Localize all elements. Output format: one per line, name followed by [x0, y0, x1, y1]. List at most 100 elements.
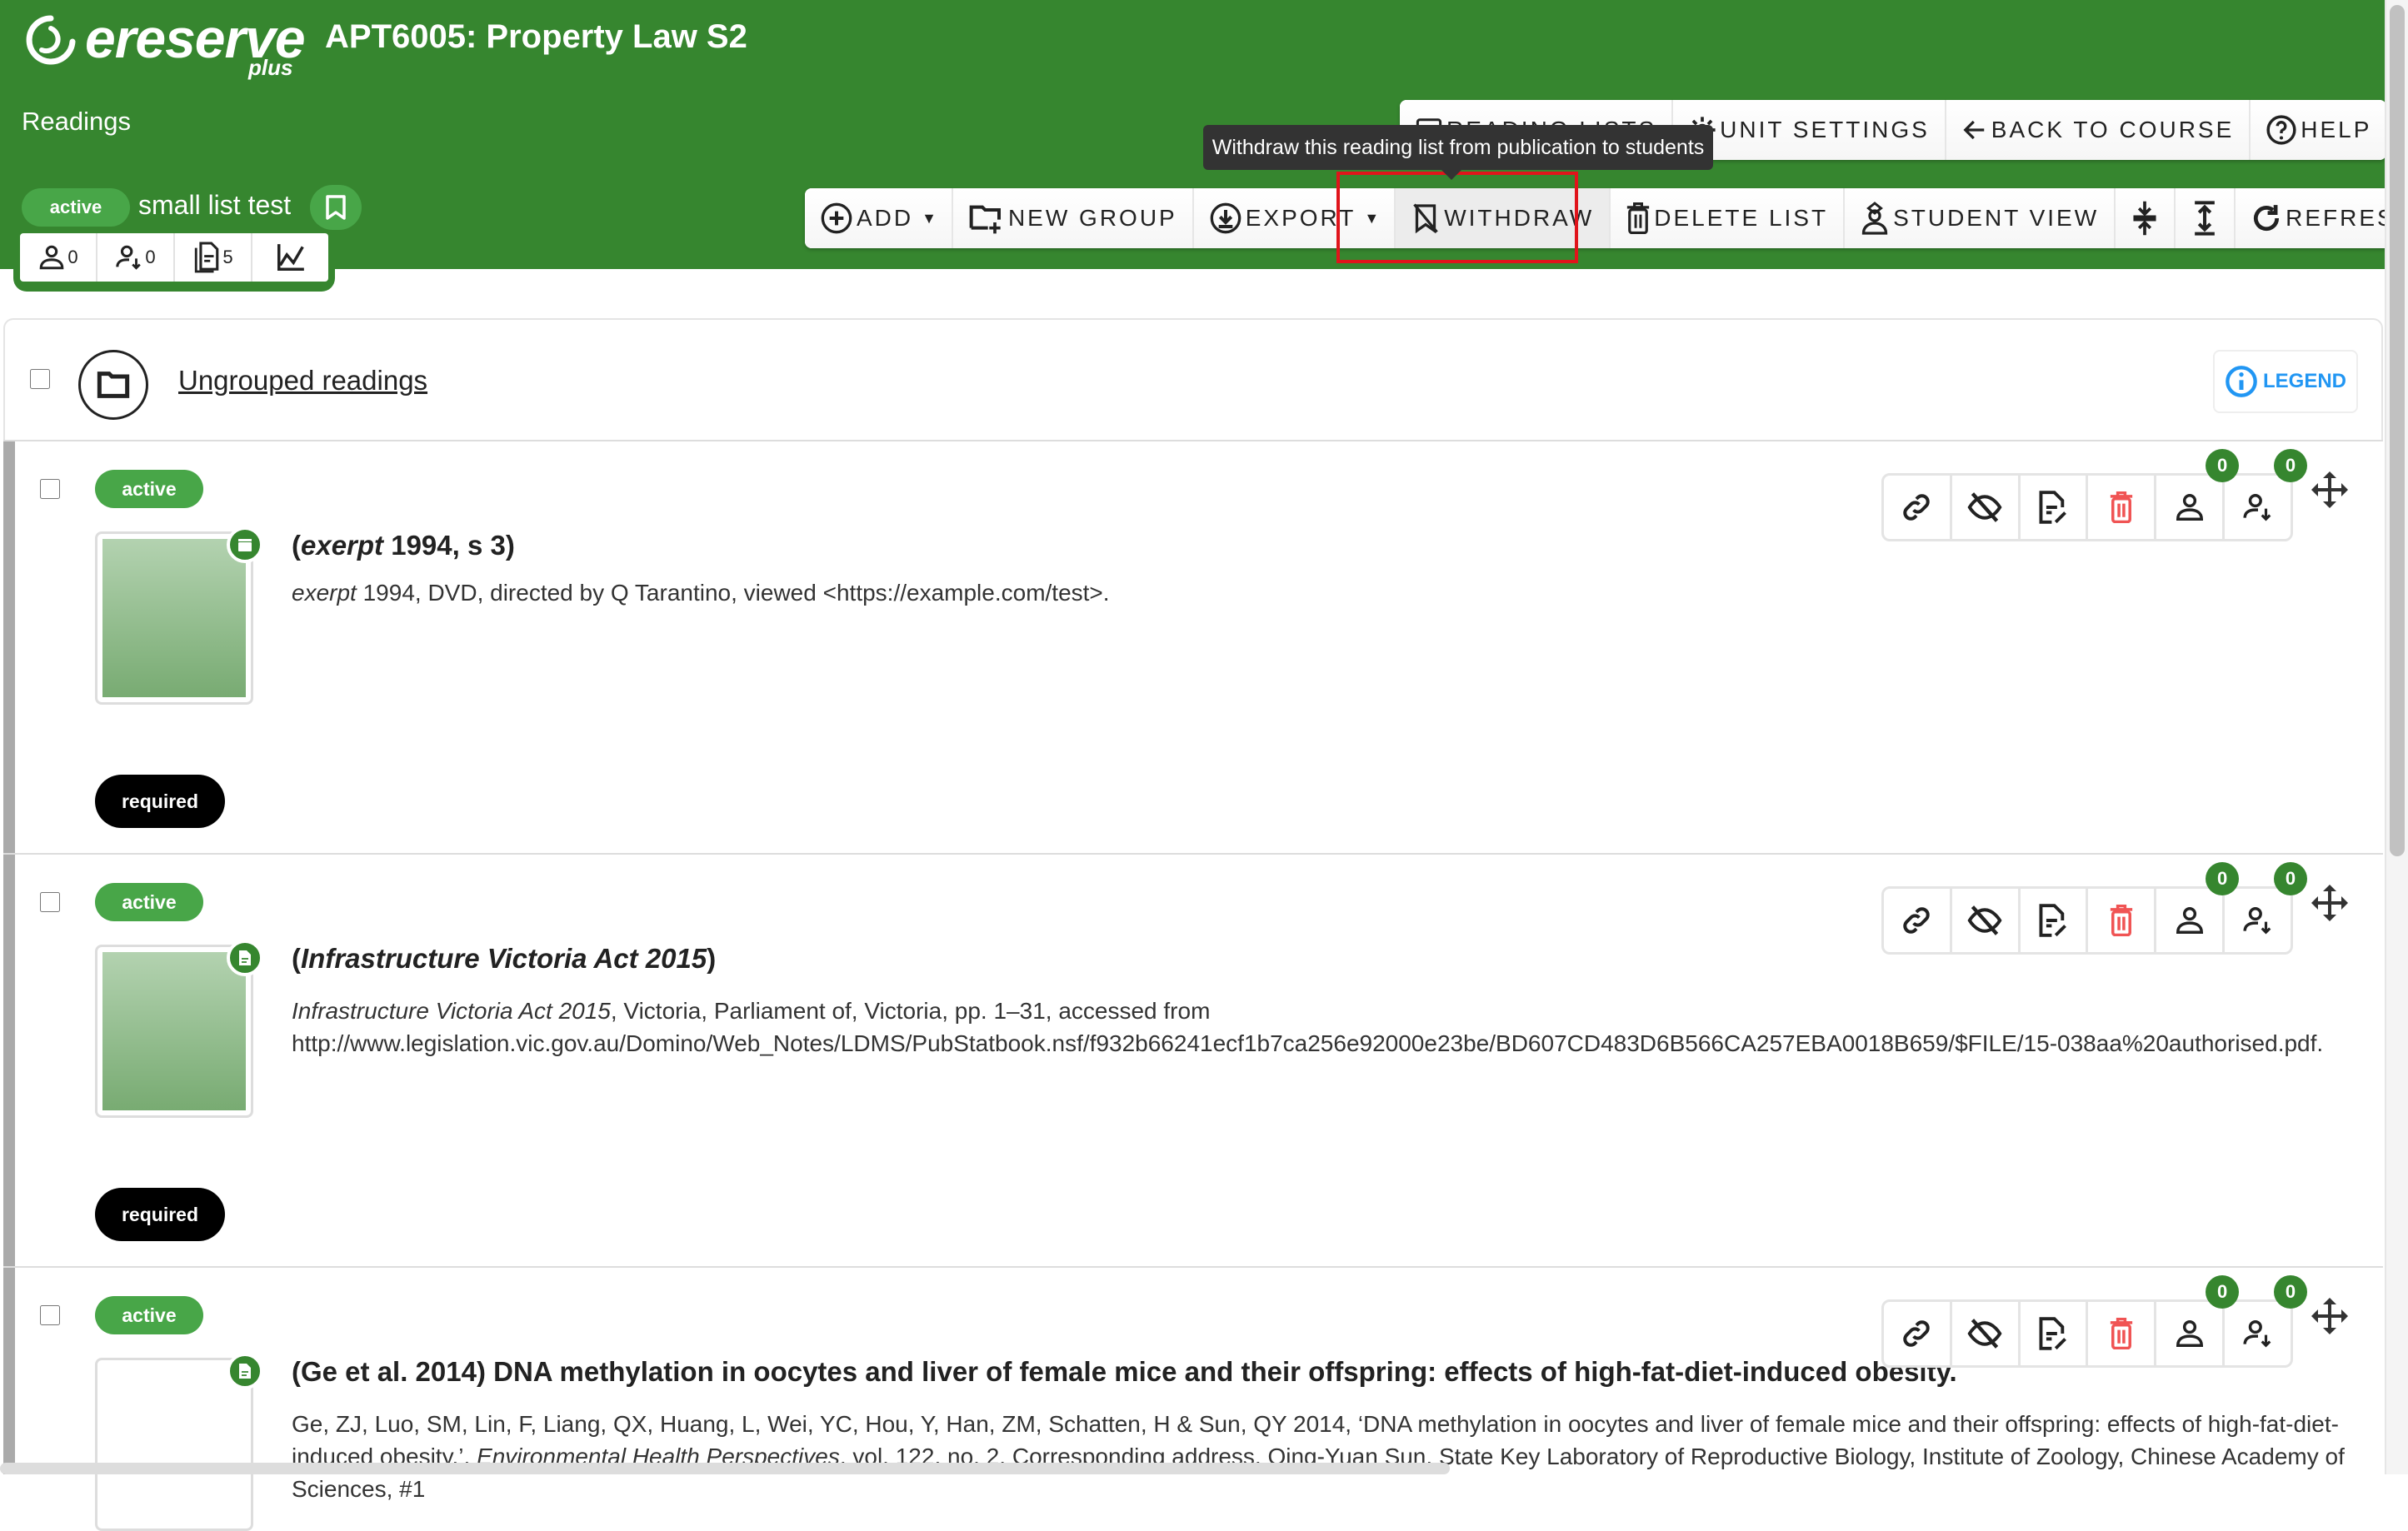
- drag-indicator-bar: [3, 441, 15, 853]
- download-count-button[interactable]: 0: [2225, 1275, 2307, 1365]
- refresh-button[interactable]: REFRESH: [2236, 188, 2408, 248]
- student-icon: [2176, 907, 2203, 934]
- reading-select-checkbox[interactable]: [40, 478, 60, 500]
- stat-analytics[interactable]: [252, 233, 328, 282]
- citation-text: 1994, DVD, directed by Q Tarantino, view…: [356, 580, 1110, 606]
- expand-icon: [2195, 201, 2215, 236]
- student-icon: [40, 245, 64, 270]
- delete-button[interactable]: [2088, 889, 2157, 952]
- hide-eye-icon: [1967, 1319, 2002, 1349]
- copy-link-button[interactable]: [1884, 889, 1952, 952]
- edit-button[interactable]: [2021, 889, 2089, 952]
- ereserve-logo[interactable]: ereserve plus: [25, 7, 308, 82]
- student-download-icon: [116, 245, 142, 270]
- reading-status-badge: active: [95, 883, 203, 921]
- link-icon: [1903, 1320, 1931, 1347]
- unit-settings-label: UNIT SETTINGS: [1720, 117, 1930, 142]
- group-title-link[interactable]: Ungrouped readings: [178, 365, 427, 396]
- delete-icon: [2110, 1318, 2133, 1349]
- edit-button[interactable]: [2021, 1302, 2089, 1365]
- hide-button[interactable]: [1952, 476, 2021, 539]
- student-view-label: STUDENT VIEW: [1893, 205, 2100, 231]
- edit-document-icon: [2039, 491, 2066, 524]
- unit-settings-button[interactable]: UNIT SETTINGS: [1673, 100, 1946, 160]
- hide-button[interactable]: [1952, 889, 2021, 952]
- hide-button[interactable]: [1952, 1302, 2021, 1365]
- document-icon: [239, 950, 251, 965]
- reading-title[interactable]: (Ge et al. 2014) DNA methylation in oocy…: [292, 1356, 1957, 1388]
- hide-eye-icon: [1967, 905, 2002, 935]
- help-label: HELP: [2301, 117, 2372, 142]
- reading-select-checkbox[interactable]: [40, 891, 60, 913]
- film-icon: [238, 539, 252, 551]
- folder-button[interactable]: [78, 350, 148, 420]
- copy-link-button[interactable]: [1884, 476, 1952, 539]
- delete-list-button[interactable]: DELETE LIST: [1611, 188, 1846, 248]
- copy-link-button[interactable]: [1884, 1302, 1952, 1365]
- group-select-checkbox[interactable]: [30, 368, 50, 390]
- download-count-button[interactable]: 0: [2225, 862, 2307, 952]
- scrollbar-thumb[interactable]: [2390, 5, 2405, 856]
- reading-status-badge: active: [95, 1296, 203, 1334]
- list-name: small list test: [138, 190, 292, 220]
- reading-citation: Ge, ZJ, Luo, SM, Lin, F, Liang, QX, Huan…: [292, 1408, 2350, 1505]
- stat-students[interactable]: 0: [20, 233, 97, 282]
- student-download-icon: [2242, 907, 2271, 935]
- student-count-button[interactable]: 0: [2156, 449, 2240, 539]
- reading-title[interactable]: (exerpt 1994, s 3): [292, 530, 515, 561]
- legend-label: LEGEND: [2262, 370, 2346, 392]
- student-icon: [2176, 494, 2203, 521]
- reading-thumbnail[interactable]: [95, 531, 253, 705]
- reading-thumbnail[interactable]: [95, 945, 253, 1118]
- delete-button[interactable]: [2088, 1302, 2157, 1365]
- reading-title[interactable]: (Infrastructure Victoria Act 2015): [292, 943, 716, 975]
- delete-button[interactable]: [2088, 476, 2157, 539]
- title-text: ): [707, 943, 717, 974]
- stat-value: 0: [67, 247, 78, 267]
- drag-indicator-bar: [3, 1268, 15, 1474]
- reading-thumbnail[interactable]: [95, 1358, 253, 1531]
- withdraw-tooltip: Withdraw this reading list from publicat…: [1203, 125, 1713, 180]
- collapse-all-button[interactable]: [2116, 188, 2176, 248]
- title-italic: exerpt: [301, 530, 384, 561]
- stat-documents[interactable]: 5: [175, 233, 252, 282]
- requirement-badge: required: [95, 775, 225, 828]
- info-icon: [2226, 366, 2257, 397]
- vertical-scrollbar[interactable]: [2385, 0, 2408, 1474]
- document-icon: [239, 1364, 251, 1379]
- student-count-button[interactable]: 0: [2156, 862, 2240, 952]
- documents-icon: [195, 242, 219, 273]
- stat-downloads[interactable]: 0: [97, 233, 175, 282]
- reading-select-checkbox[interactable]: [40, 1304, 60, 1326]
- bookmark-button[interactable]: [310, 185, 362, 230]
- download-count-badge: 0: [2273, 449, 2307, 482]
- stat-value: 0: [145, 247, 156, 267]
- withdraw-highlight-box: [1336, 172, 1578, 263]
- new-folder-icon: [969, 205, 1001, 234]
- stat-value: 5: [222, 247, 233, 267]
- citation-italic: Infrastructure Victoria Act 2015: [292, 998, 611, 1024]
- expand-all-button[interactable]: [2176, 188, 2236, 248]
- student-count-button[interactable]: 0: [2156, 1275, 2240, 1365]
- type-badge: [227, 526, 263, 563]
- edit-button[interactable]: [2021, 476, 2089, 539]
- download-count-button[interactable]: 0: [2225, 449, 2307, 539]
- new-group-button[interactable]: NEW GROUP: [952, 188, 1194, 248]
- student-view-button[interactable]: STUDENT VIEW: [1845, 188, 2116, 248]
- legend-button[interactable]: LEGEND: [2213, 350, 2358, 413]
- move-handle-icon[interactable]: [2310, 883, 2350, 923]
- help-button[interactable]: HELP: [2251, 100, 2387, 160]
- student-icon: [2176, 1320, 2203, 1347]
- add-button[interactable]: ADD ▼: [805, 188, 953, 248]
- title-text: (: [292, 943, 301, 974]
- logo-swirl-icon: [26, 15, 76, 65]
- student-download-icon: [2242, 1320, 2271, 1348]
- horizontal-scrollbar[interactable]: [0, 1463, 1450, 1474]
- back-to-course-button[interactable]: BACK TO COURSE: [1946, 100, 2251, 160]
- title-italic: Infrastructure Victoria Act 2015: [301, 943, 707, 974]
- move-handle-icon[interactable]: [2310, 470, 2350, 510]
- help-icon: [2266, 115, 2296, 145]
- move-handle-icon[interactable]: [2310, 1296, 2350, 1336]
- analytics-chart-icon: [277, 244, 304, 271]
- type-badge: [227, 940, 263, 976]
